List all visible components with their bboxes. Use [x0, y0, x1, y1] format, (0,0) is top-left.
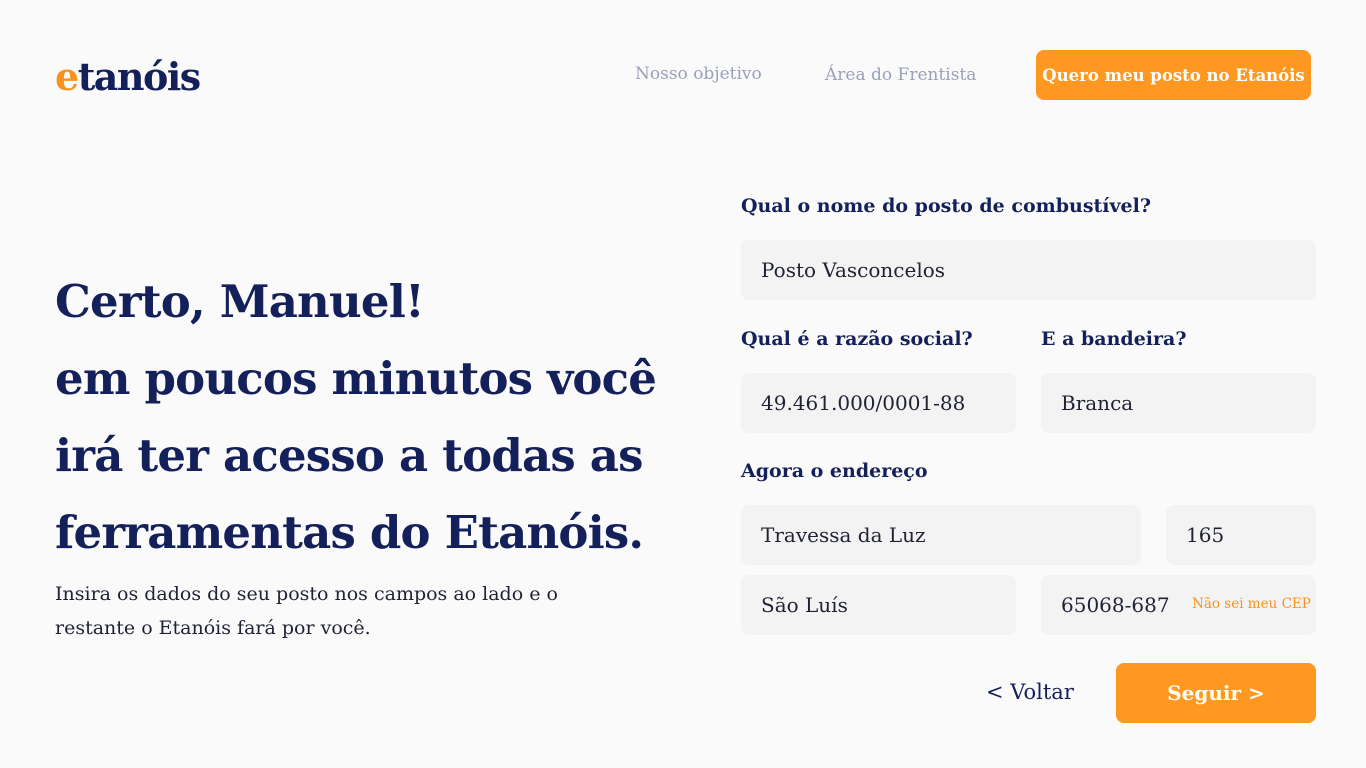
company-name-label: Qual é a razão social? [741, 328, 973, 350]
brand-label: E a bandeira? [1041, 328, 1187, 350]
next-button[interactable]: Seguir > [1116, 663, 1316, 723]
back-button[interactable]: < Voltar [986, 678, 1074, 706]
etanois-logo[interactable]: etanóis [55, 54, 201, 99]
unknown-zip-link[interactable]: Não sei meu CEP [1192, 595, 1311, 613]
logo-text: tanóis [77, 54, 201, 99]
hero-line: em poucos minutos você [55, 352, 657, 405]
station-name-input[interactable]: Posto Vasconcelos [741, 240, 1316, 300]
brand-input[interactable]: Branca [1041, 373, 1316, 433]
number-input[interactable]: 165 [1166, 505, 1316, 565]
station-name-label: Qual o nome do posto de combustível? [741, 195, 1151, 217]
hero-subtitle: Insira os dados do seu posto nos campos … [55, 583, 558, 639]
hero-heading: Certo, Manuel! em poucos minutos você ir… [55, 263, 657, 571]
city-input[interactable]: São Luís [741, 575, 1016, 635]
nav-link-area-frentista[interactable]: Área do Frentista [825, 63, 976, 87]
street-input[interactable]: Travessa da Luz [741, 505, 1141, 565]
company-name-input[interactable]: 49.461.000/0001-88 [741, 373, 1016, 433]
hero-line: ferramentas do Etanóis. [55, 506, 644, 559]
nav-link-nosso-objetivo[interactable]: Nosso objetivo [635, 62, 762, 86]
hero-line: Certo, Manuel! [55, 275, 425, 328]
address-label: Agora o endereço [741, 460, 928, 482]
logo-accent-letter: e [55, 54, 79, 99]
join-etanois-button[interactable]: Quero meu posto no Etanóis [1036, 50, 1311, 100]
hero-line: irá ter acesso a todas as [55, 429, 644, 482]
